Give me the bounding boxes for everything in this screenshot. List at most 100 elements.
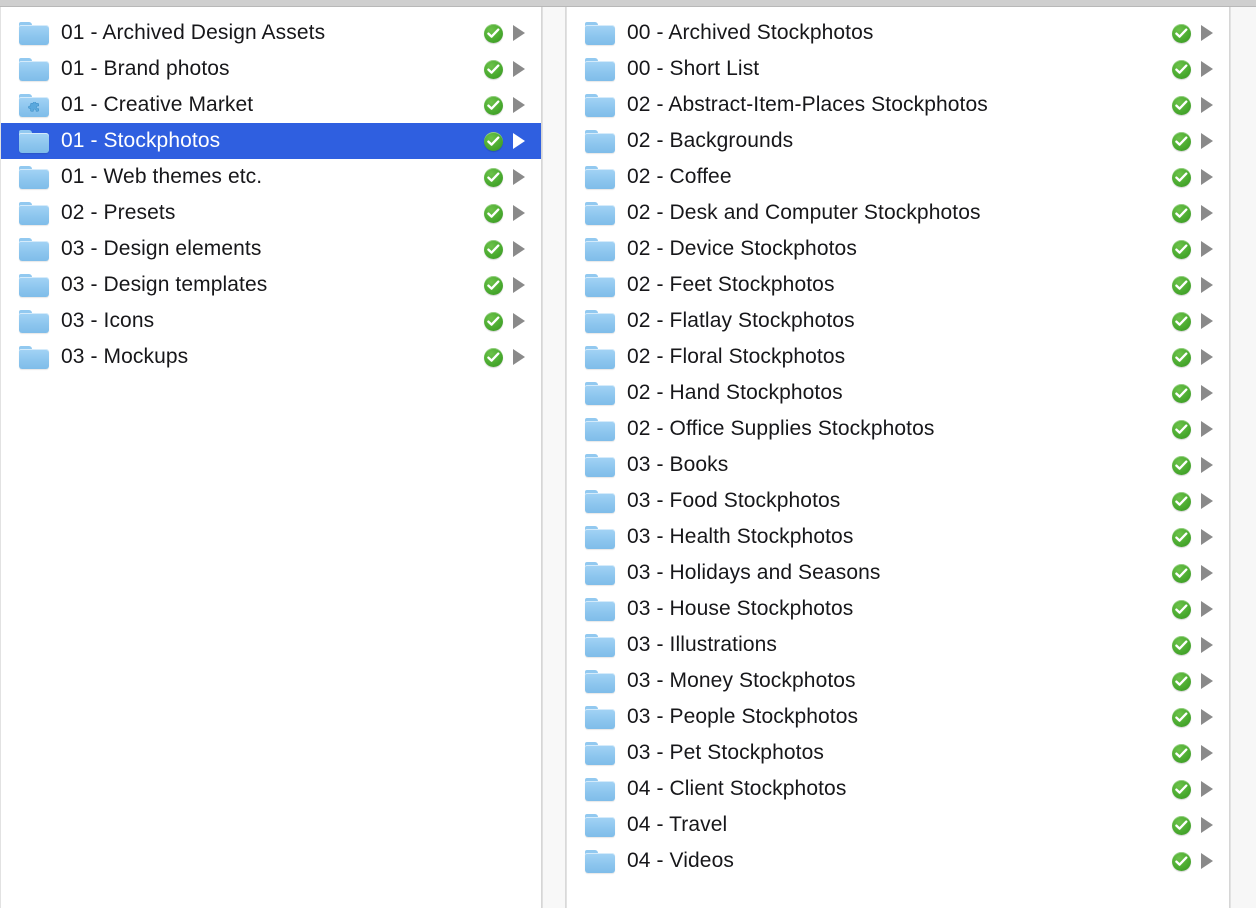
disclosure-arrow-icon[interactable] [1201,385,1213,401]
finder-row[interactable]: 00 - Short List [567,51,1229,87]
finder-row-trailing-icons [1172,239,1219,259]
disclosure-arrow-icon[interactable] [1201,601,1213,617]
disclosure-arrow-icon[interactable] [513,277,525,293]
finder-row[interactable]: 02 - Feet Stockphotos [567,267,1229,303]
disclosure-arrow-icon[interactable] [513,169,525,185]
disclosure-arrow-icon[interactable] [1201,493,1213,509]
disclosure-arrow-icon[interactable] [1201,817,1213,833]
checkmark-glyph [487,63,500,74]
finder-row[interactable]: 02 - Hand Stockphotos [567,375,1229,411]
disclosure-arrow-icon[interactable] [513,97,525,113]
finder-row[interactable]: 03 - People Stockphotos [567,699,1229,735]
finder-row[interactable]: 04 - Client Stockphotos [567,771,1229,807]
finder-row[interactable]: 01 - Creative Market [1,87,541,123]
disclosure-arrow-icon[interactable] [1201,421,1213,437]
finder-row[interactable]: 01 - Archived Design Assets [1,15,541,51]
checkmark-glyph [1175,351,1188,362]
dropbox-sync-check-icon [1172,239,1191,259]
finder-column-child[interactable]: 00 - Archived Stockphotos 00 - Short List… [566,7,1230,908]
finder-row[interactable]: 03 - Money Stockphotos [567,663,1229,699]
finder-row[interactable]: 03 - Holidays and Seasons [567,555,1229,591]
finder-row-label: 03 - Health Stockphotos [627,525,854,548]
disclosure-arrow-icon[interactable] [1201,241,1213,257]
finder-row[interactable]: 03 - Icons [1,303,541,339]
disclosure-arrow-icon[interactable] [1201,673,1213,689]
dropbox-sync-check-icon [1172,203,1191,223]
disclosure-arrow-icon[interactable] [1201,781,1213,797]
disclosure-arrow-icon[interactable] [1201,169,1213,185]
disclosure-arrow-icon[interactable] [1201,565,1213,581]
checkmark-glyph [1175,243,1188,254]
disclosure-arrow-icon[interactable] [1201,277,1213,293]
disclosure-arrow-icon[interactable] [1201,457,1213,473]
disclosure-arrow-icon[interactable] [1201,61,1213,77]
disclosure-arrow-icon[interactable] [1201,25,1213,41]
finder-row-label: 00 - Short List [627,57,760,80]
finder-row[interactable]: 02 - Presets [1,195,541,231]
disclosure-arrow-icon[interactable] [513,349,525,365]
disclosure-arrow-icon[interactable] [513,241,525,257]
disclosure-arrow-icon[interactable] [1201,637,1213,653]
finder-row-trailing-icons [1172,23,1219,43]
finder-column-view-window: 01 - Archived Design Assets 01 - Brand ph… [0,0,1256,908]
disclosure-arrow-icon[interactable] [513,25,525,41]
finder-row[interactable]: 03 - Design templates [1,267,541,303]
checkmark-glyph [1175,639,1188,650]
finder-row[interactable]: 03 - Books [567,447,1229,483]
finder-column-parent[interactable]: 01 - Archived Design Assets 01 - Brand ph… [0,7,542,908]
finder-row[interactable]: 02 - Coffee [567,159,1229,195]
finder-row[interactable]: 02 - Floral Stockphotos [567,339,1229,375]
finder-row[interactable]: 04 - Travel [567,807,1229,843]
checkmark-glyph [1175,135,1188,146]
finder-row[interactable]: 03 - Illustrations [567,627,1229,663]
finder-row[interactable]: 03 - Pet Stockphotos [567,735,1229,771]
finder-row-trailing-icons [484,203,531,223]
finder-row[interactable]: 04 - Videos [567,843,1229,879]
finder-row-label: 03 - Food Stockphotos [627,489,841,512]
finder-row[interactable]: 03 - Health Stockphotos [567,519,1229,555]
finder-row-trailing-icons [484,275,531,295]
disclosure-arrow-icon[interactable] [513,133,525,149]
finder-row-trailing-icons [1172,563,1219,583]
finder-row-label: 01 - Web themes etc. [61,165,263,188]
finder-row[interactable]: 03 - Design elements [1,231,541,267]
finder-row[interactable]: 00 - Archived Stockphotos [567,15,1229,51]
finder-row-label: 02 - Desk and Computer Stockphotos [627,201,981,224]
disclosure-arrow-icon[interactable] [1201,205,1213,221]
disclosure-arrow-icon[interactable] [513,205,525,221]
dropbox-sync-check-icon [1172,59,1191,79]
disclosure-arrow-icon[interactable] [1201,745,1213,761]
folder-icon [19,309,49,333]
dropbox-sync-check-icon [484,239,503,259]
folder-icon [585,129,615,153]
checkmark-glyph [487,207,500,218]
finder-row[interactable]: 02 - Abstract-Item-Places Stockphotos [567,87,1229,123]
disclosure-arrow-icon[interactable] [1201,313,1213,329]
dropbox-sync-check-icon [1172,563,1191,583]
disclosure-arrow-icon[interactable] [1201,133,1213,149]
finder-row[interactable]: 02 - Backgrounds [567,123,1229,159]
disclosure-arrow-icon[interactable] [1201,853,1213,869]
finder-row[interactable]: 02 - Office Supplies Stockphotos [567,411,1229,447]
finder-row[interactable]: 03 - Mockups [1,339,541,375]
checkmark-glyph [487,171,500,182]
finder-row-trailing-icons [484,95,531,115]
disclosure-arrow-icon[interactable] [513,61,525,77]
disclosure-arrow-icon[interactable] [1201,349,1213,365]
finder-row[interactable]: 02 - Flatlay Stockphotos [567,303,1229,339]
finder-row[interactable]: 03 - Food Stockphotos [567,483,1229,519]
finder-row[interactable]: 02 - Device Stockphotos [567,231,1229,267]
disclosure-arrow-icon[interactable] [513,313,525,329]
finder-row[interactable]: 01 - Stockphotos [1,123,541,159]
finder-column-empty-preview[interactable] [1230,7,1256,908]
column-view-container: 01 - Archived Design Assets 01 - Brand ph… [0,7,1256,908]
finder-row[interactable]: 01 - Brand photos [1,51,541,87]
finder-row[interactable]: 01 - Web themes etc. [1,159,541,195]
finder-row[interactable]: 03 - House Stockphotos [567,591,1229,627]
disclosure-arrow-icon[interactable] [1201,709,1213,725]
dropbox-sync-check-icon [1172,599,1191,619]
disclosure-arrow-icon[interactable] [1201,529,1213,545]
disclosure-arrow-icon[interactable] [1201,97,1213,113]
finder-row-label: 03 - Mockups [61,345,189,368]
finder-row[interactable]: 02 - Desk and Computer Stockphotos [567,195,1229,231]
